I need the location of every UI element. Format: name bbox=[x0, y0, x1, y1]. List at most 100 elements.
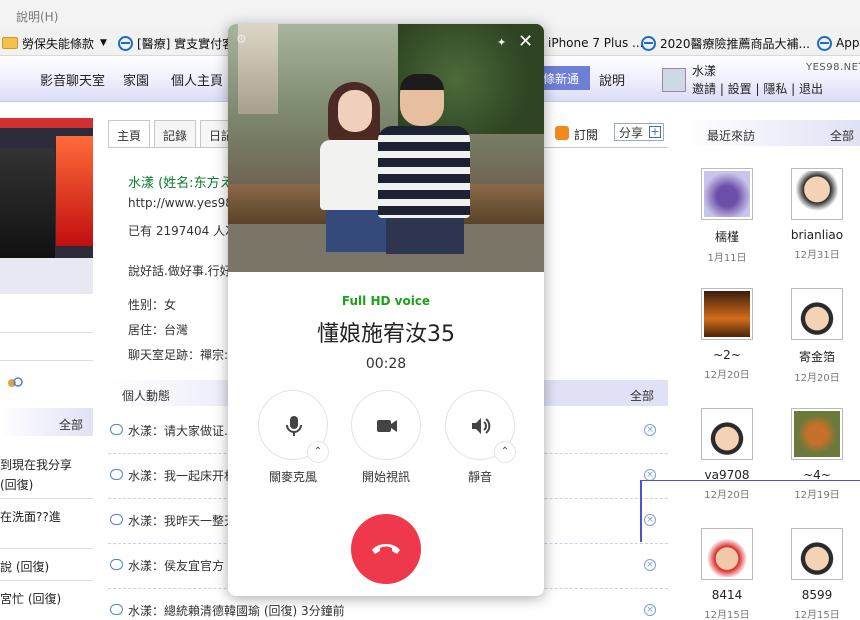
favorite-folder-labor-insurance[interactable]: 勞保失能條款 ▼ bbox=[2, 34, 107, 52]
hang-up-icon bbox=[372, 544, 400, 554]
user-name[interactable]: 水漾 bbox=[692, 62, 716, 79]
visitor-date: 12月20日 bbox=[794, 373, 840, 384]
chevron-up-icon[interactable]: ⌃ bbox=[494, 441, 516, 463]
favorite-2020-medical[interactable]: 2020醫療險推薦商品大補... bbox=[641, 34, 810, 52]
activity-text: 水漾：總統賴清德韓國瑜 (回復) 3分鐘前 bbox=[128, 604, 345, 618]
left-list-item[interactable]: 到現在我分享 bbox=[0, 456, 72, 473]
activity-text: 水漾：请大家做证. bbox=[128, 424, 228, 438]
cartoon-man-avatar[interactable] bbox=[791, 168, 843, 220]
recent-visitors-header: 最近來訪 全部 bbox=[683, 120, 860, 146]
visitor-name[interactable]: brianliao bbox=[777, 228, 857, 242]
comment-icon bbox=[110, 604, 123, 615]
favorite-label: iPhone 7 Plus ... bbox=[548, 36, 644, 50]
visitor-card[interactable]: ~2~ 12月20日 bbox=[687, 288, 767, 381]
visitor-name[interactable]: 8599 bbox=[777, 588, 857, 602]
close-icon[interactable]: × bbox=[644, 604, 656, 616]
help-menu[interactable]: 說明(H) bbox=[16, 8, 58, 25]
chevron-down-icon: ▼ bbox=[100, 38, 107, 48]
favorite-iphone[interactable]: iPhone 7 Plus ... bbox=[548, 34, 643, 52]
ie-icon bbox=[817, 35, 832, 51]
divider bbox=[0, 360, 93, 361]
control-label: 關麥克風 bbox=[268, 470, 317, 484]
visitor-name[interactable]: 檽槿 bbox=[687, 228, 767, 245]
cartoon-child-avatar[interactable] bbox=[701, 408, 753, 460]
recent-visitors-title: 最近來訪 bbox=[707, 129, 756, 143]
avatar[interactable] bbox=[662, 68, 686, 92]
visitor-date: 12月31日 bbox=[794, 250, 840, 261]
callee-name: 懂娘施宥汝35 bbox=[317, 322, 455, 347]
favorite-label: App bbox=[836, 36, 860, 50]
nav-item-news[interactable]: 條新通 bbox=[540, 66, 590, 90]
tab-records[interactable]: 記錄 bbox=[154, 120, 197, 148]
nav-item-profile[interactable]: 個人主頁 bbox=[171, 70, 223, 89]
left-list-item[interactable]: (回復) bbox=[0, 476, 33, 493]
tab-home[interactable]: 主頁 bbox=[108, 120, 151, 148]
ie-icon bbox=[641, 35, 656, 51]
start-video-button[interactable] bbox=[351, 390, 421, 460]
control-label: 靜音 bbox=[467, 470, 492, 484]
profile-url[interactable]: http://www.yes98.n bbox=[128, 196, 244, 210]
favorite-label: 勞保失能條款 bbox=[22, 36, 95, 51]
favorite-app[interactable]: App bbox=[817, 34, 859, 52]
mute-microphone-control[interactable]: ⌃ 關麥克風 bbox=[257, 390, 329, 485]
fox-avatar[interactable] bbox=[791, 408, 843, 460]
visitor-date: 1月11日 bbox=[707, 253, 747, 264]
activity-text: 水漾：我昨天一整天 bbox=[128, 514, 237, 528]
nav-item-home[interactable]: 家園 bbox=[123, 70, 149, 89]
control-label: 開始視訊 bbox=[361, 470, 410, 484]
chat-user-icon bbox=[8, 377, 23, 387]
close-icon[interactable]: × bbox=[644, 424, 656, 436]
favorite-label: 2020醫療險推薦商品大補... bbox=[660, 36, 810, 51]
gear-icon[interactable]: ⚙ bbox=[236, 32, 247, 46]
plus-icon: + bbox=[649, 125, 661, 138]
left-section-all-link[interactable]: 全部 bbox=[59, 416, 83, 433]
left-list-item[interactable]: 宮忙 (回復) bbox=[0, 590, 61, 607]
comment-icon bbox=[110, 424, 123, 435]
nav-item-video-chat[interactable]: 影音聊天室 bbox=[40, 70, 105, 89]
comment-icon bbox=[110, 469, 123, 480]
call-window: ⚙ ✦ ✕ Full HD voice 懂娘施宥汝35 00:28 ⌃ 關麥克風… bbox=[228, 24, 544, 596]
profile-name[interactable]: 水漾 (姓名:东方え bbox=[128, 172, 233, 191]
sunset-avatar[interactable] bbox=[701, 288, 753, 340]
divider bbox=[0, 498, 93, 499]
visitor-name[interactable]: 寄金箔 bbox=[777, 348, 857, 365]
close-icon[interactable]: × bbox=[644, 559, 656, 571]
divider bbox=[0, 548, 93, 549]
activity-all-link[interactable]: 全部 bbox=[630, 387, 654, 404]
share-button[interactable]: 分享 + bbox=[614, 123, 664, 141]
chevron-up-icon[interactable]: ⌃ bbox=[307, 441, 329, 463]
left-banner-image[interactable] bbox=[0, 118, 93, 294]
pin-icon[interactable]: ✦ bbox=[497, 36, 509, 49]
nav-item-help[interactable]: 說明 bbox=[599, 70, 625, 89]
visitor-name[interactable]: 8414 bbox=[687, 588, 767, 602]
visitor-card[interactable]: 檽槿 1月11日 bbox=[687, 168, 767, 264]
visitor-date: 12月20日 bbox=[704, 370, 750, 381]
profile-motto: 說好話.做好事.行好 bbox=[128, 264, 232, 278]
recent-visitors-all-link[interactable]: 全部 bbox=[830, 127, 854, 144]
close-icon[interactable]: ✕ bbox=[518, 33, 533, 51]
visitor-date: 12月15日 bbox=[794, 610, 840, 620]
favorite-medical[interactable]: [醫療] 實支實付客 bbox=[118, 34, 234, 52]
folder-icon bbox=[2, 37, 18, 49]
comment-icon bbox=[110, 514, 123, 525]
speaker-mute-control[interactable]: ⌃ 靜音 bbox=[444, 390, 516, 485]
rss-icon[interactable] bbox=[555, 126, 569, 140]
visitor-card[interactable]: 寄金箔 12月20日 bbox=[777, 288, 857, 384]
mute-microphone-button[interactable]: ⌃ bbox=[258, 390, 329, 463]
left-list-item[interactable]: 在洗面??進 bbox=[0, 508, 61, 525]
profile-gender: 性别：女 bbox=[128, 298, 177, 312]
visitor-date: 12月15日 bbox=[704, 610, 750, 620]
cartoon-child-avatar[interactable] bbox=[791, 288, 843, 340]
speaker-mute-button[interactable]: ⌃ bbox=[445, 390, 516, 463]
user-links[interactable]: 邀請 | 設置 | 隱私 | 退出 bbox=[692, 80, 823, 97]
brand-logo: YES98.NET bbox=[806, 62, 860, 73]
visitor-card[interactable]: brianliao 12月31日 bbox=[777, 168, 857, 261]
subscribe-link[interactable]: 訂閱 bbox=[574, 126, 598, 143]
hang-up-button[interactable] bbox=[351, 514, 421, 584]
start-video-control[interactable]: 開始視訊 bbox=[350, 390, 422, 485]
visitor-name[interactable]: ~2~ bbox=[687, 348, 767, 362]
divider bbox=[0, 580, 93, 581]
profile-residence: 居住：台灣 bbox=[128, 323, 189, 337]
left-list-item[interactable]: 說 (回復) bbox=[0, 558, 49, 575]
bird-avatar[interactable] bbox=[701, 168, 753, 220]
